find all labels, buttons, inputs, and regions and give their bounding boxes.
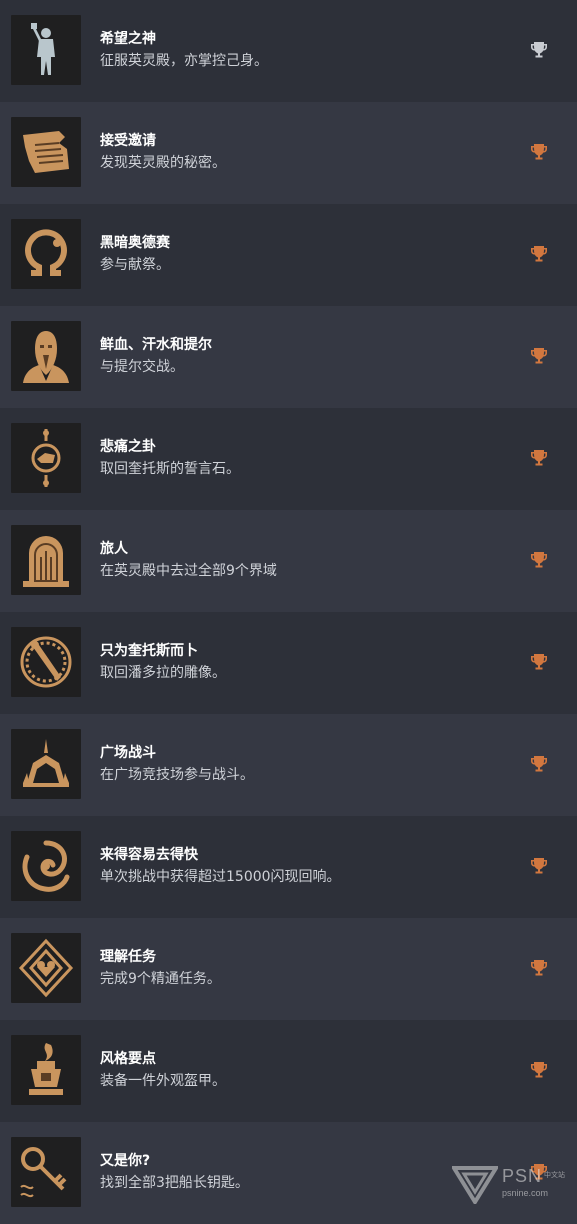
omega-icon	[15, 223, 77, 285]
trophy-row[interactable]: 接受邀请发现英灵殿的秘密。	[0, 102, 577, 204]
trophy-text: 鲜血、汗水和提尔 与提尔交战。	[100, 336, 212, 376]
trophy-thumbnail[interactable]	[11, 525, 81, 595]
trophy-thumbnail[interactable]	[11, 117, 81, 187]
bronze-trophy-icon	[529, 856, 549, 876]
psnine-watermark: PSN 中文站 psnine.com	[452, 1160, 572, 1208]
psnine-logo-icon	[452, 1166, 498, 1204]
captain-key-icon	[15, 1141, 77, 1203]
trophy-thumbnail[interactable]	[11, 1137, 81, 1207]
trophy-text: 风格要点装备一件外观盔甲。	[100, 1050, 226, 1090]
trophy-title[interactable]: 旅人	[100, 540, 277, 558]
trophy-title[interactable]: 理解任务	[100, 948, 221, 966]
trophy-text: 又是你? 找到全部3把船长钥匙。	[100, 1152, 249, 1192]
trophy-text: 接受邀请发现英灵殿的秘密。	[100, 132, 226, 172]
warrior-statue-icon	[15, 19, 77, 81]
tyr-portrait-icon	[15, 325, 77, 387]
trophy-thumbnail[interactable]	[11, 831, 81, 901]
trophy-description: 发现英灵殿的秘密。	[100, 155, 226, 171]
bronze-trophy-icon	[529, 448, 549, 468]
trophy-thumbnail[interactable]	[11, 219, 81, 289]
trophy-title[interactable]: 又是你?	[100, 1152, 249, 1170]
bronze-trophy-icon	[529, 1060, 549, 1080]
trophy-text: 只为奎托斯而卜 取回潘多拉的雕像。	[100, 642, 226, 682]
trophy-title[interactable]: 风格要点	[100, 1050, 226, 1068]
trophy-row[interactable]: 希望之神征服英灵殿，亦掌控己身。	[0, 0, 577, 102]
trophy-title[interactable]: 悲痛之卦	[100, 438, 240, 456]
swirl-echo-icon	[15, 835, 77, 897]
trophy-description: 取回潘多拉的雕像。	[100, 665, 226, 681]
armor-flame-icon	[15, 1039, 77, 1101]
platinum-trophy-icon	[529, 40, 549, 60]
bronze-trophy-icon	[529, 244, 549, 264]
trophy-title[interactable]: 只为奎托斯而卜	[100, 642, 226, 660]
trophy-thumbnail[interactable]	[11, 1035, 81, 1105]
trophy-title[interactable]: 鲜血、汗水和提尔	[100, 336, 212, 354]
trophy-row[interactable]: 来得容易去得快 单次挑战中获得超过15000闪现回响。	[0, 816, 577, 918]
trophy-row[interactable]: 鲜血、汗水和提尔 与提尔交战。	[0, 306, 577, 408]
watermark-tagline: 中文站	[544, 1171, 565, 1179]
trophy-thumbnail[interactable]	[11, 729, 81, 799]
trophy-row[interactable]: 理解任务完成9个精通任务。	[0, 918, 577, 1020]
bronze-trophy-icon	[529, 652, 549, 672]
trophy-row[interactable]: 旅人在英灵殿中去过全部9个界域	[0, 510, 577, 612]
bronze-trophy-icon	[529, 754, 549, 774]
trophy-title[interactable]: 黑暗奥德赛	[100, 234, 170, 252]
trophy-title[interactable]: 接受邀请	[100, 132, 226, 150]
trophy-description: 装备一件外观盔甲。	[100, 1073, 226, 1089]
trophy-row[interactable]: 广场战斗在广场竞技场参与战斗。	[0, 714, 577, 816]
bronze-trophy-icon	[529, 550, 549, 570]
trophy-row[interactable]: 只为奎托斯而卜 取回潘多拉的雕像。	[0, 612, 577, 714]
trophy-description: 在英灵殿中去过全部9个界域	[100, 563, 277, 579]
trophy-description: 参与献祭。	[100, 257, 170, 273]
mastery-emblem-icon	[15, 937, 77, 999]
trophy-thumbnail[interactable]	[11, 627, 81, 697]
bronze-trophy-icon	[529, 958, 549, 978]
trophy-title[interactable]: 希望之神	[100, 30, 268, 48]
trophy-text: 旅人在英灵殿中去过全部9个界域	[100, 540, 277, 580]
arena-tent-icon	[15, 733, 77, 795]
watermark-brand: PSN	[502, 1166, 543, 1186]
trophy-title[interactable]: 来得容易去得快	[100, 846, 341, 864]
trophy-text: 悲痛之卦取回奎托斯的誓言石。	[100, 438, 240, 478]
oath-stone-icon	[15, 427, 77, 489]
bronze-trophy-icon	[529, 346, 549, 366]
trophy-description: 在广场竞技场参与战斗。	[100, 767, 254, 783]
trophy-thumbnail[interactable]	[11, 423, 81, 493]
trophy-text: 黑暗奥德赛参与献祭。	[100, 234, 170, 274]
bronze-trophy-icon	[529, 142, 549, 162]
trophy-description: 取回奎托斯的誓言石。	[100, 461, 240, 477]
trophy-title[interactable]: 广场战斗	[100, 744, 254, 762]
trophy-row[interactable]: 黑暗奥德赛参与献祭。	[0, 204, 577, 306]
trophy-description: 完成9个精通任务。	[100, 971, 221, 987]
realm-door-icon	[15, 529, 77, 591]
trophy-description: 单次挑战中获得超过15000闪现回响。	[100, 869, 341, 885]
trophy-row[interactable]: 风格要点装备一件外观盔甲。	[0, 1020, 577, 1122]
trophy-text: 希望之神征服英灵殿，亦掌控己身。	[100, 30, 268, 70]
trophy-thumbnail[interactable]	[11, 321, 81, 391]
pandora-statue-icon	[15, 631, 77, 693]
trophy-text: 广场战斗在广场竞技场参与战斗。	[100, 744, 254, 784]
trophy-thumbnail[interactable]	[11, 15, 81, 85]
trophy-description: 找到全部3把船长钥匙。	[100, 1175, 249, 1191]
trophy-thumbnail[interactable]	[11, 933, 81, 1003]
scroll-icon	[15, 121, 77, 183]
trophy-description: 与提尔交战。	[100, 359, 184, 375]
trophy-row[interactable]: 悲痛之卦取回奎托斯的誓言石。	[0, 408, 577, 510]
trophy-text: 理解任务完成9个精通任务。	[100, 948, 221, 988]
watermark-site: psnine.com	[502, 1188, 549, 1198]
trophy-text: 来得容易去得快 单次挑战中获得超过15000闪现回响。	[100, 846, 341, 886]
trophy-description: 征服英灵殿，亦掌控己身。	[100, 53, 268, 69]
